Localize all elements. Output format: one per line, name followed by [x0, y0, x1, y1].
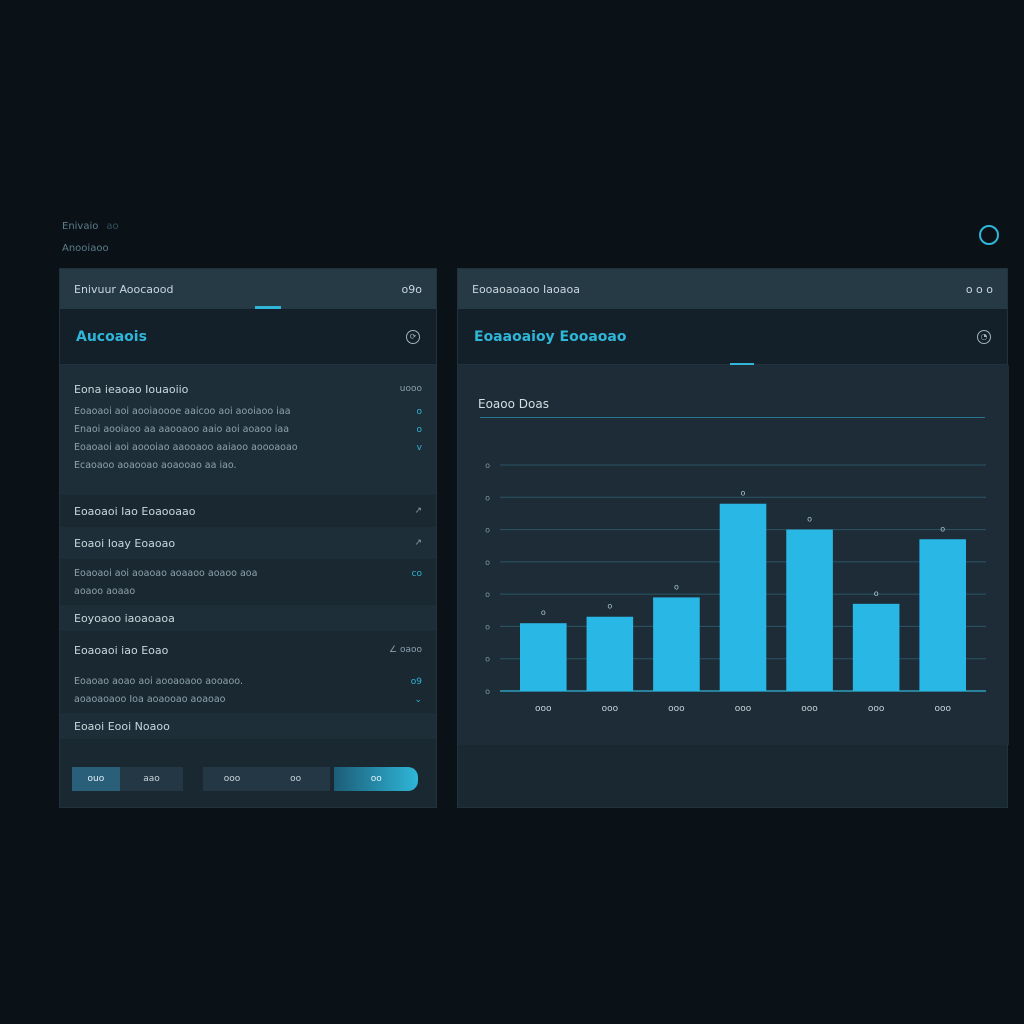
y-tick-label: o [485, 622, 490, 631]
primary-action-button[interactable]: oo [334, 767, 418, 791]
settings-icon[interactable]: ⟳ [406, 329, 420, 344]
bar [653, 597, 700, 691]
section-1-title: Eona ieaoao Iouaoiio [74, 382, 189, 396]
status-ring-icon[interactable] [979, 225, 999, 245]
toggle-icon[interactable]: co [412, 565, 422, 583]
row-2-value: ↗ [414, 538, 422, 548]
list-item[interactable]: Eoaoaoi iao Eoao ∠ oaoo [60, 631, 436, 669]
x-tick-label: ooo [668, 704, 685, 714]
bar [586, 616, 634, 691]
top-label-1-dim: ao [106, 221, 119, 232]
bar-data-label: o [874, 589, 879, 598]
chevron-down-icon[interactable]: v [417, 439, 422, 457]
line-toggle-icon[interactable]: o [416, 403, 422, 421]
y-tick-label: o [485, 493, 490, 502]
segment-button-3[interactable]: ooo [203, 767, 261, 791]
section-1-line: Ecaoaoo aoaooao aoaooao aa iao. [74, 460, 237, 471]
bar-data-label: o [607, 602, 612, 611]
list-item[interactable]: Eoaoi Eooi Noaoo [60, 713, 436, 739]
row-1-label: Eoaoaoi Iao Eoaooaao [74, 504, 196, 518]
top-left-labels: Enivaio ao Anooiaoo [62, 216, 119, 260]
chevron-down-icon[interactable]: ⌄ [414, 691, 422, 709]
left-panel: Enivuur Aoocaood o9o Aucoaois ⟳ Eona iea… [59, 268, 437, 808]
left-panel-header: Enivuur Aoocaood o9o [60, 269, 436, 309]
expand-icon[interactable]: ◔ [977, 329, 991, 344]
section-2-line: aoaoo aoaao [74, 586, 136, 597]
left-header-title: Enivuur Aoocaood [74, 282, 174, 296]
section-1-line: Enaoi aooiaoo aa aaooaoo aaio aoi aoaoo … [74, 424, 290, 435]
right-panel-title: Eoaaoaioy Eooaoao [474, 328, 627, 345]
section-1: Eona ieaoao Iouaoiio uooo Eoaoaoi aoi ao… [60, 365, 436, 495]
toggle-icon[interactable]: o9 [411, 673, 422, 691]
right-header-title: Eooaoaoaoo Iaoaoa [472, 282, 580, 296]
y-tick-label: o [485, 558, 490, 567]
bar-data-label: o [741, 489, 746, 498]
section-3-text: Eoaoao aoao aoi aooaoaoo aooaoo. o9 aoaoa… [60, 669, 436, 713]
segment-button-4[interactable]: oo [260, 767, 331, 791]
section-3-line: Eoaoao aoao aoi aooaoaoo aooaoo. [74, 676, 243, 687]
list-item[interactable]: Eoaoaoi Iao Eoaooaao ↗ [60, 495, 436, 527]
row-2-label: Eoaoi Ioay Eoaoao [74, 536, 176, 550]
segment-button-1[interactable]: ouo [72, 767, 120, 791]
row-1-value: ↗ [414, 506, 422, 516]
section-1-head: Eona ieaoao Iouaoiio uooo [60, 375, 436, 403]
section-1-line: Eoaoaoi aoi aooiaoooe aaicoo aoi aooiaoo… [74, 406, 291, 417]
line-toggle-icon[interactable]: o [416, 421, 422, 439]
section-1-line: Eoaoaoi aoi aoooiao aaooaoo aaiaoo aoooa… [74, 442, 298, 453]
section-2-text: Eoaoaoi aoi aoaoao aoaaoo aoaoo aoa co ao… [60, 559, 436, 605]
bar [519, 623, 567, 691]
top-label-1: Enivaio [62, 221, 99, 232]
y-tick-label: o [485, 590, 490, 599]
top-label-2: Anooiaoo [62, 243, 109, 254]
right-panel: Eooaoaoaoo Iaoaoa o o o Eoaaoaioy Eooaoa… [457, 268, 1009, 808]
x-tick-label: ooo [735, 704, 752, 714]
row-3-label: Eoyoaoo iaoaoaoa [74, 611, 175, 625]
bar-data-label: o [541, 608, 546, 617]
y-tick-label: o [485, 526, 490, 535]
x-tick-label: ooo [868, 704, 885, 714]
y-tick-label: o [485, 687, 490, 696]
section-1-text: Eoaoaoi aoi aooiaoooe aaicoo aoi aooiaoo… [60, 403, 436, 475]
row-5-label: Eoaoi Eooi Noaoo [74, 719, 170, 733]
x-tick-label: ooo [535, 704, 552, 714]
y-tick-label: o [485, 655, 490, 664]
x-tick-label: ooo [602, 704, 619, 714]
section-1-value: uooo [399, 384, 422, 394]
right-title-row: Eoaaoaioy Eooaoao ◔ [458, 309, 1007, 366]
right-panel-header: Eooaoaoaoo Iaoaoa o o o [458, 269, 1007, 309]
list-item[interactable]: Eoaoi Ioay Eoaoao ↗ [60, 527, 436, 559]
section-3-line: aoaoaoaoo Ioa aoaooao aoaoao [74, 694, 226, 705]
bar-data-label: o [807, 515, 812, 524]
bar [786, 529, 833, 691]
list-item[interactable]: Eoyoaoo iaoaoaoa [60, 605, 436, 631]
bar [719, 503, 767, 691]
segment-button-2[interactable]: aao [119, 767, 184, 791]
button-bar: ouo aao ooo oo oo [72, 767, 418, 793]
bar [919, 539, 967, 691]
left-panel-title: Aucoaois [76, 328, 147, 345]
bar-data-label: o [940, 524, 945, 533]
bar [852, 603, 900, 691]
bar-data-label: o [674, 582, 679, 591]
x-tick-label: ooo [934, 704, 951, 714]
section-2-line: Eoaoaoi aoi aoaoao aoaaoo aoaoo aoa [74, 568, 258, 579]
row-4-label: Eoaoaoi iao Eoao [74, 643, 169, 657]
chart-card: Eoaoo Doas o o o o o o o o o ooo o ooo o ooo o ooo o ooo o… [458, 365, 1009, 745]
right-header-value[interactable]: o o o [966, 283, 993, 296]
left-header-value[interactable]: o9o [402, 283, 422, 296]
x-tick-label: ooo [801, 704, 818, 714]
y-tick-label: o [485, 461, 490, 470]
row-4-value: ∠ oaoo [389, 645, 422, 655]
bar-chart: oooooooooooooooooooooooooooooooooooo [485, 461, 986, 714]
left-title-row: Aucoaois ⟳ [60, 309, 436, 365]
